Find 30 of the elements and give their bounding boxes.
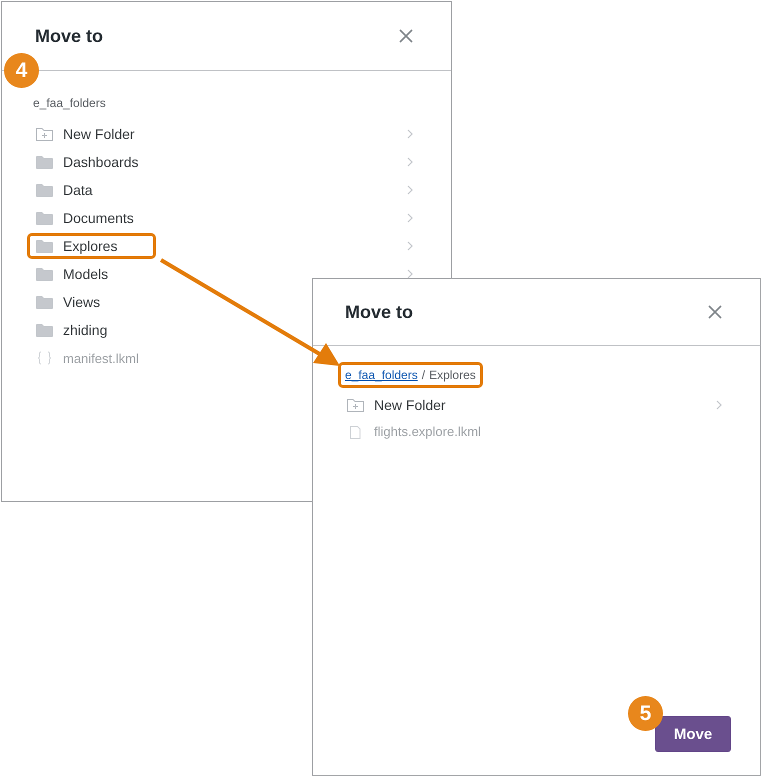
folder-item[interactable]: Views (27, 289, 110, 315)
folder-item[interactable]: New Folder (27, 121, 144, 147)
dialog-title: Move to (345, 302, 414, 322)
breadcrumb-current: Explores (429, 368, 476, 382)
breadcrumb-current: e_faa_folders (33, 96, 106, 110)
breadcrumb-link[interactable]: e_faa_folders (345, 368, 418, 382)
close-icon[interactable] (399, 29, 413, 43)
close-icon[interactable] (708, 305, 722, 319)
new-folder-icon (347, 398, 364, 412)
folder-item[interactable]: Data (27, 177, 102, 203)
folder-icon (36, 155, 53, 169)
folder-item[interactable]: Dashboards (27, 149, 148, 175)
step-badge: 5 (628, 696, 663, 731)
folder-icon (36, 183, 53, 197)
folder-icon (36, 267, 53, 281)
folder-item[interactable]: New Folder (338, 392, 455, 418)
braces-icon (36, 351, 53, 365)
step-badge: 4 (4, 53, 39, 88)
dialog-title: Move to (35, 26, 104, 46)
folder-item[interactable]: Explores (27, 233, 156, 259)
folder-icon (36, 295, 53, 309)
folder-icon (36, 239, 53, 253)
folder-item[interactable]: Models (27, 261, 118, 287)
folder-item[interactable]: Documents (27, 205, 143, 231)
new-folder-icon (36, 127, 53, 141)
folder-icon (36, 323, 53, 337)
folder-item[interactable]: zhiding (27, 317, 116, 343)
folder-icon (36, 211, 53, 225)
breadcrumb-separator: / (422, 368, 426, 382)
move-button[interactable]: Move (655, 716, 731, 752)
